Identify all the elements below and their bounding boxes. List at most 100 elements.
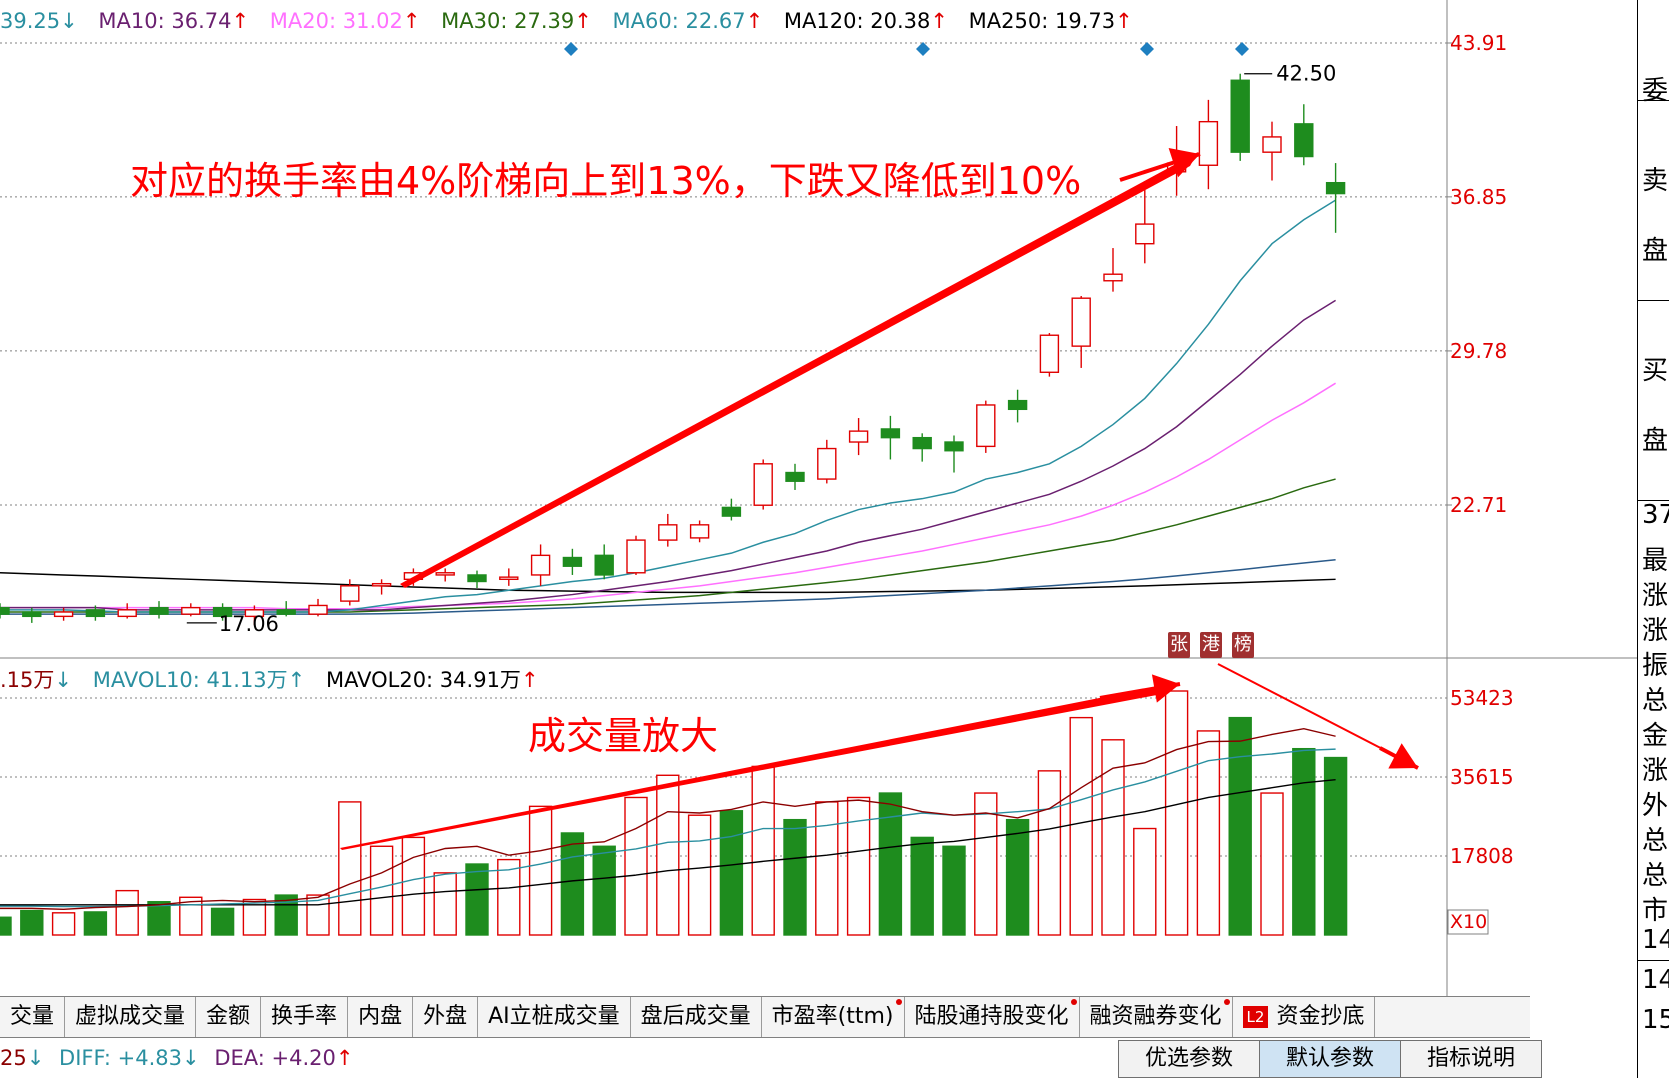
candle-body xyxy=(1039,334,1060,373)
macd-tail: 25↓ xyxy=(0,1046,45,1070)
badge-zhang[interactable]: 张 xyxy=(1168,632,1190,658)
tab-virtual-volume[interactable]: 虚拟成交量 xyxy=(65,997,197,1037)
side-panel-label: 盘 xyxy=(1642,236,1669,266)
ma120-value: MA120: 20.38↑ xyxy=(783,9,948,33)
badge-bang[interactable]: 榜 xyxy=(1232,632,1254,658)
side-panel-label: 14 xyxy=(1642,925,1669,955)
side-panel-label: 买 xyxy=(1642,356,1669,386)
candle xyxy=(562,548,583,575)
candle xyxy=(308,598,328,617)
ma20-value: MA20: 31.02↑ xyxy=(269,9,421,33)
candle xyxy=(1135,182,1155,264)
candle-body xyxy=(848,430,869,443)
candle-body xyxy=(276,609,296,615)
candle-body xyxy=(85,609,106,618)
ma30-line xyxy=(0,382,1336,610)
ma10-value: MA10: 36.74↑ xyxy=(98,9,250,33)
macd-diff: DIFF: +4.83↓ xyxy=(59,1046,200,1070)
ma5-value: 39.25↓ xyxy=(0,9,78,33)
candle xyxy=(944,435,964,473)
candle-body xyxy=(562,556,583,567)
side-panel-label: 涨 xyxy=(1642,581,1669,611)
macd-indicator-bar: 25↓ DIFF: +4.83↓ DEA: +4.20↑ xyxy=(0,1040,353,1076)
volume-bar xyxy=(942,845,966,936)
tab-pe-ttm[interactable]: 市盈率(ttm) xyxy=(762,997,905,1037)
candle xyxy=(880,415,901,460)
tab-northbound-holding[interactable]: 陆股通持股变化 xyxy=(905,997,1080,1037)
candle-body xyxy=(912,436,932,450)
candle-body xyxy=(976,404,996,448)
volume-bar xyxy=(465,863,489,936)
candle-body xyxy=(1262,136,1282,153)
volume-bar xyxy=(1164,690,1189,936)
tab-indicator-help[interactable]: 指标说明 xyxy=(1400,1040,1542,1078)
candle xyxy=(912,433,932,462)
indicator-tab-bar: 交量 虚拟成交量 金额 换手率 内盘 外盘 AI立桩成交量 盘后成交量 市盈率(… xyxy=(0,996,1530,1038)
candle xyxy=(117,603,137,619)
candle-body xyxy=(0,606,10,615)
candle xyxy=(721,498,742,521)
candle-body xyxy=(181,606,201,615)
candle-body xyxy=(1230,79,1250,153)
candle xyxy=(499,568,519,586)
candle-body xyxy=(658,524,678,541)
price-axis-label: 22.71 xyxy=(1450,493,1507,517)
side-panel-divider xyxy=(1638,960,1669,961)
tab-outer-volume[interactable]: 外盘 xyxy=(413,997,479,1037)
candle xyxy=(1007,389,1028,423)
candle xyxy=(785,463,805,490)
tab-after-hours-volume[interactable]: 盘后成交量 xyxy=(631,997,762,1037)
tab-margin-trading[interactable]: 融资融券变化 xyxy=(1080,997,1233,1037)
candle xyxy=(1230,73,1250,161)
high-price-label: 42.50 xyxy=(1276,62,1336,86)
side-panel-label: 总 xyxy=(1642,686,1669,716)
candle xyxy=(1103,248,1123,292)
side-panel-label: 涨 xyxy=(1642,756,1669,786)
event-diamond-icon xyxy=(1140,42,1154,56)
volume-annotation: 成交量放大 xyxy=(528,714,719,758)
tab-ai-volume[interactable]: AI立桩成交量 xyxy=(478,997,631,1037)
quote-side-panel: 委卖盘买盘37最涨涨振总金涨外总总市141415.01 xyxy=(1637,0,1669,1078)
moving-average-lines xyxy=(0,199,1336,615)
volume-bar xyxy=(338,801,362,936)
candle-body xyxy=(689,524,710,539)
volume-bar xyxy=(1228,716,1252,936)
tab-amount[interactable]: 金额 xyxy=(196,997,262,1037)
candle xyxy=(626,535,646,575)
tab-preferred-params[interactable]: 优选参数 xyxy=(1118,1040,1260,1078)
volume-bar xyxy=(878,792,903,936)
volume-bar xyxy=(83,911,108,936)
volume-bar xyxy=(401,836,426,936)
candle-body xyxy=(1007,399,1028,411)
candle xyxy=(817,439,837,484)
candle-body xyxy=(944,441,964,452)
candle-body xyxy=(435,572,455,576)
ma250-value: MA250: 19.73↑ xyxy=(968,9,1133,33)
new-dot-icon xyxy=(1070,999,1077,1005)
candle xyxy=(1071,296,1091,368)
ma-indicator-bar: 39.25↓ MA10: 36.74↑ MA20: 31.02↑ MA30: 2… xyxy=(0,6,1147,36)
tab-volume[interactable]: 交量 xyxy=(0,997,66,1037)
tab-fund-bottom[interactable]: L2 资金抄底 xyxy=(1233,997,1376,1037)
candle xyxy=(1325,163,1346,233)
volume-bar xyxy=(1196,730,1221,936)
volume-bar xyxy=(1005,818,1030,936)
volume-bar xyxy=(624,796,648,936)
volume-bar xyxy=(433,872,457,936)
candle-body xyxy=(371,582,392,587)
candle xyxy=(658,513,678,547)
candle-body xyxy=(1103,273,1123,282)
volume-axis-label: 53423 xyxy=(1450,686,1514,710)
badge-gang[interactable]: 港 xyxy=(1200,632,1222,658)
volume-bar xyxy=(1069,716,1093,936)
candle-body xyxy=(117,609,137,618)
candle-body xyxy=(308,604,328,615)
tab-default-params[interactable]: 默认参数 xyxy=(1259,1040,1401,1078)
tab-inner-volume[interactable]: 内盘 xyxy=(348,997,414,1037)
macd-dea: DEA: +4.20↑ xyxy=(214,1046,354,1070)
volume-bar xyxy=(751,765,775,936)
tab-turnover[interactable]: 换手率 xyxy=(261,997,349,1037)
side-panel-label: 37 xyxy=(1642,500,1669,530)
candle-body xyxy=(1071,297,1091,347)
side-panel-label: 涨 xyxy=(1642,616,1669,646)
